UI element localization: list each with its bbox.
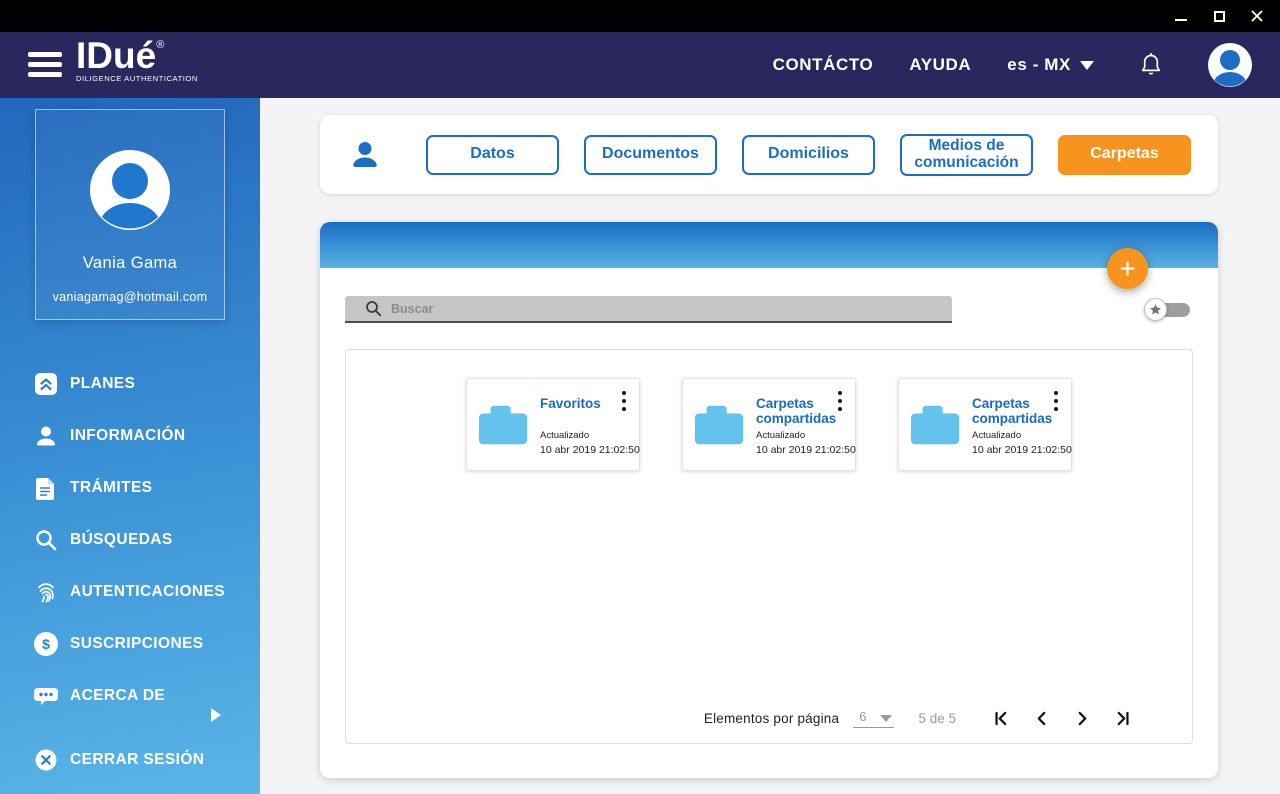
dollar-icon: $ [33, 631, 59, 657]
user-avatar[interactable] [1208, 43, 1252, 87]
favorites-filter-toggle[interactable] [1144, 298, 1190, 322]
submenu-expand-icon[interactable] [211, 708, 221, 722]
app-logo: IDué® DILIGENCE AUTHENTICATION [76, 35, 198, 83]
sidebar: Vania Gama vaniagamag@hotmail.com PLANES… [0, 98, 260, 794]
os-titlebar [0, 0, 1280, 32]
folder-updated-label: Actualizado [540, 430, 590, 441]
sidebar-item-informacion[interactable]: INFORMACIÓN [0, 410, 260, 462]
sidebar-item-label: AUTENTICACIONES [70, 583, 225, 600]
tab-buttons: Datos Documentos Domicilios Medios de co… [426, 133, 1191, 176]
folder-icon [910, 405, 960, 445]
tab-datos[interactable]: Datos [426, 134, 559, 175]
minimize-icon[interactable] [1174, 9, 1188, 23]
folder-icon [694, 405, 744, 445]
pagination: Elementos por página 6 5 de 5 [704, 708, 1134, 729]
folder-card-favoritos[interactable]: Favoritos Actualizado 10 abr 2019 21:02:… [466, 378, 640, 471]
folder-cards-row: Favoritos Actualizado 10 abr 2019 21:02:… [346, 350, 1192, 471]
sidebar-item-tramites[interactable]: TRÁMITES [0, 462, 260, 514]
plans-icon [33, 371, 59, 397]
profile-avatar [90, 150, 170, 230]
section-tabbar: Datos Documentos Domicilios Medios de co… [320, 115, 1218, 194]
logout-icon [33, 747, 59, 773]
language-value: es - MX [1007, 55, 1071, 74]
folder-search-box [345, 296, 952, 323]
brand-name: IDué [76, 35, 157, 76]
window-controls [1174, 0, 1264, 32]
search-icon [366, 301, 382, 317]
dollar-glyph: $ [42, 636, 50, 652]
page-range-label: 5 de 5 [918, 711, 956, 726]
folder-updated-label: Actualizado [972, 430, 1022, 441]
sidebar-item-label: INFORMACIÓN [70, 427, 186, 444]
pagination-nav [990, 708, 1134, 729]
folder-updated-label: Actualizado [756, 430, 806, 441]
profile-email: vaniagamag@hotmail.com [52, 290, 208, 304]
main-content: Datos Documentos Domicilios Medios de co… [260, 98, 1280, 794]
profile-card: Vania Gama vaniagamag@hotmail.com [35, 109, 225, 320]
tab-domicilios[interactable]: Domicilios [742, 134, 875, 175]
add-folder-button[interactable]: + [1107, 248, 1148, 289]
sidebar-item-label: ACERCA DE [70, 687, 166, 704]
folders-list-container: Favoritos Actualizado 10 abr 2019 21:02:… [345, 349, 1193, 744]
profile-name: Vania Gama [82, 254, 178, 272]
sidebar-item-label: TRÁMITES [70, 479, 153, 496]
app-header: IDué® DILIGENCE AUTHENTICATION CONTÁCTO … [0, 32, 1280, 98]
folder-card-compartidas-2[interactable]: Carpetas compartidas Actualizado 10 abr … [898, 378, 1072, 471]
panel-header-bar [320, 222, 1218, 268]
folders-panel: + Buscar Favoritos Actualizado 10 abr 20… [320, 222, 1218, 778]
folder-menu-icon[interactable] [619, 388, 629, 419]
chevron-down-icon [1080, 60, 1094, 70]
header-nav: CONTÁCTO AYUDA es - MX [773, 32, 1252, 98]
nav-contact-link[interactable]: CONTÁCTO [773, 55, 874, 75]
brand-tagline: DILIGENCE AUTHENTICATION [76, 73, 198, 83]
search-input[interactable] [391, 301, 952, 316]
items-per-page-select[interactable]: 6 [853, 709, 895, 728]
folder-menu-icon[interactable] [835, 388, 845, 419]
fingerprint-icon [33, 579, 59, 605]
sidebar-item-planes[interactable]: PLANES [0, 358, 260, 410]
sidebar-menu: PLANES INFORMACIÓN TRÁMITES BÚSQUEDAS AU… [0, 358, 260, 786]
next-page-icon[interactable] [1072, 708, 1093, 729]
tab-carpetas[interactable]: Carpetas [1058, 134, 1191, 175]
sidebar-item-busquedas[interactable]: BÚSQUEDAS [0, 514, 260, 566]
sidebar-item-acerca-de[interactable]: ACERCA DE [0, 670, 260, 722]
tab-documentos[interactable]: Documentos [584, 134, 717, 175]
sidebar-item-label: CERRAR SESIÓN [70, 751, 205, 768]
language-selector[interactable]: es - MX [1007, 55, 1094, 75]
sidebar-item-label: SUSCRIPCIONES [70, 635, 204, 652]
first-page-icon[interactable] [990, 708, 1011, 729]
chevron-down-icon [880, 715, 893, 722]
last-page-icon[interactable] [1113, 708, 1134, 729]
sidebar-item-suscripciones[interactable]: $ SUSCRIPCIONES [0, 618, 260, 670]
folder-updated-date: 10 abr 2019 21:02:50 [540, 444, 640, 456]
folder-updated-date: 10 abr 2019 21:02:50 [972, 444, 1072, 456]
items-per-page-value: 6 [859, 709, 867, 724]
folder-updated-date: 10 abr 2019 21:02:50 [756, 444, 856, 456]
document-icon [33, 475, 59, 501]
person-icon [33, 423, 59, 449]
notifications-bell-icon[interactable] [1140, 52, 1162, 78]
nav-help-link[interactable]: AYUDA [909, 55, 971, 75]
sidebar-item-label: PLANES [70, 375, 136, 392]
hamburger-menu-icon[interactable] [28, 52, 62, 82]
registered-mark: ® [156, 39, 165, 51]
sidebar-item-autenticaciones[interactable]: AUTENTICACIONES [0, 566, 260, 618]
previous-page-icon[interactable] [1031, 708, 1052, 729]
maximize-icon[interactable] [1212, 9, 1226, 23]
sidebar-item-label: BÚSQUEDAS [70, 531, 173, 548]
chat-icon [33, 683, 59, 709]
folder-menu-icon[interactable] [1051, 388, 1061, 419]
items-per-page-label: Elementos por página [703, 711, 840, 726]
tab-medios-de-comunicacion[interactable]: Medios de comunicación [900, 133, 1033, 176]
close-icon[interactable] [1250, 9, 1264, 23]
person-section-icon [351, 140, 379, 170]
search-icon [33, 527, 59, 553]
folder-card-compartidas-1[interactable]: Carpetas compartidas Actualizado 10 abr … [682, 378, 856, 471]
sidebar-item-cerrar-sesion[interactable]: CERRAR SESIÓN [0, 734, 260, 786]
folder-icon [478, 405, 528, 445]
star-icon [1144, 298, 1167, 321]
